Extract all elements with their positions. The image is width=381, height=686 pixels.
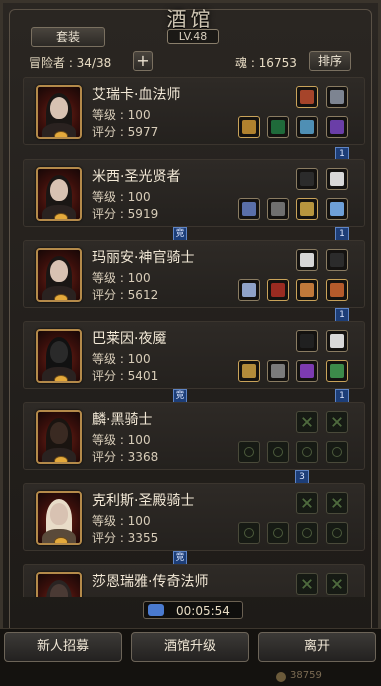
hero-level: 等级 : 100: [92, 190, 151, 204]
hero-score: 评分 : 5401: [92, 369, 159, 383]
empty-slot[interactable]: [267, 441, 289, 463]
hero-name: 艾瑞卡·血法师: [92, 87, 181, 103]
equip-slot-boots[interactable]: [326, 116, 348, 138]
hero-portrait[interactable]: [36, 248, 82, 302]
hero-card-barain[interactable]: 巴莱因·夜魇 等级 : 100 评分 : 5401: [23, 321, 365, 389]
empty-slot[interactable]: [296, 573, 318, 595]
hero-card-chris[interactable]: 克利斯·圣殿骑士 等级 : 100 评分 : 3355: [23, 483, 365, 551]
hero-portrait[interactable]: [36, 329, 82, 383]
timer-icon: [148, 604, 164, 616]
empty-slot[interactable]: [326, 492, 348, 514]
equip-slot-2[interactable]: [267, 360, 289, 382]
coin-value: 38759: [290, 670, 322, 681]
duel-flag: 竞: [173, 227, 187, 241]
empty-slot[interactable]: [326, 411, 348, 433]
hero-score: 评分 : 3368: [92, 450, 159, 464]
equip-slot-1[interactable]: [238, 198, 260, 220]
duel-flag: 竞: [173, 389, 187, 403]
equip-slot-helmet[interactable]: [296, 86, 318, 108]
empty-slot[interactable]: [326, 522, 348, 544]
empty-slot[interactable]: [238, 441, 260, 463]
coin-icon: [276, 672, 286, 682]
sort-button[interactable]: 排序: [309, 51, 351, 71]
equip-slot-weapon[interactable]: [296, 330, 318, 352]
equip-slot-3[interactable]: [296, 279, 318, 301]
equip-slot-3[interactable]: [296, 360, 318, 382]
hero-name: 米西·圣光贤者: [92, 169, 181, 185]
recruit-button[interactable]: 新人招募: [4, 632, 122, 662]
hero-list[interactable]: 艾瑞卡·血法师 等级 : 100 评分 : 5977 1 米西·圣光贤者 等级 …: [23, 77, 365, 597]
rank-flag: 1: [335, 389, 349, 403]
duel-flag: 竞: [173, 551, 187, 565]
hero-score: 评分 : 5612: [92, 288, 159, 302]
hero-name: 麟·黑骑士: [92, 412, 153, 428]
equip-slot-weapon[interactable]: [326, 249, 348, 271]
equip-slot-4[interactable]: [326, 198, 348, 220]
tavern-window: 酒馆 LV.48 套装 冒险者 : 34/38 + 魂 : 16753 排序 艾…: [0, 0, 381, 686]
hero-score: 评分 : 5977: [92, 125, 159, 139]
hero-name: 玛丽安·神官骑士: [92, 250, 195, 266]
empty-slot[interactable]: [296, 522, 318, 544]
equip-slot-gloves[interactable]: [296, 116, 318, 138]
hero-card-erica[interactable]: 艾瑞卡·血法师 等级 : 100 评分 : 5977: [23, 77, 365, 145]
hero-level: 等级 : 100: [92, 271, 151, 285]
hero-card-lin[interactable]: 麟·黑骑士 等级 : 100 评分 : 3368: [23, 402, 365, 470]
hero-name: 克利斯·圣殿骑士: [92, 493, 195, 509]
rank-flag: 3: [295, 470, 309, 484]
equip-slot-staff[interactable]: [238, 116, 260, 138]
hero-level: 等级 : 100: [92, 352, 151, 366]
hero-level: 等级 : 100: [92, 514, 151, 528]
empty-slot[interactable]: [267, 522, 289, 544]
adventurer-count: 冒险者 : 34/38: [29, 56, 112, 70]
hero-card-shaenria[interactable]: 莎恩瑞雅·传奇法师: [23, 564, 365, 597]
equip-slot-feather[interactable]: [296, 249, 318, 271]
hero-name: 莎恩瑞雅·传奇法师: [92, 574, 209, 590]
hero-card-marian[interactable]: 玛丽安·神官骑士 等级 : 100 评分 : 5612: [23, 240, 365, 308]
hero-score: 评分 : 5919: [92, 207, 159, 221]
hero-level: 等级 : 100: [92, 433, 151, 447]
equip-slot-weapon[interactable]: [296, 168, 318, 190]
empty-slot[interactable]: [296, 411, 318, 433]
hero-portrait[interactable]: [36, 85, 82, 139]
equip-slot-armor[interactable]: [267, 116, 289, 138]
soul-currency: 魂 : 16753: [235, 56, 297, 70]
tavern-upgrade-button[interactable]: 酒馆升级: [131, 632, 249, 662]
equip-slot-2[interactable]: [267, 198, 289, 220]
rank-flag: 1: [335, 308, 349, 322]
hero-portrait[interactable]: [36, 572, 82, 597]
rank-flag: 1: [335, 227, 349, 241]
hero-portrait[interactable]: [36, 167, 82, 221]
equip-slot-1[interactable]: [238, 360, 260, 382]
suit-button[interactable]: 套装: [31, 27, 105, 47]
hero-score: 评分 : 3355: [92, 531, 159, 545]
equip-slot-feather[interactable]: [326, 168, 348, 190]
equip-slot-3[interactable]: [296, 198, 318, 220]
equip-slot-1[interactable]: [238, 279, 260, 301]
empty-slot[interactable]: [296, 492, 318, 514]
empty-slot[interactable]: [238, 522, 260, 544]
hero-card-missy[interactable]: 米西·圣光贤者 等级 : 100 评分 : 5919: [23, 159, 365, 227]
hero-portrait[interactable]: [36, 491, 82, 545]
refresh-timer: 00:05:54: [143, 601, 243, 619]
equip-slot-4[interactable]: [326, 360, 348, 382]
leave-button[interactable]: 离开: [258, 632, 376, 662]
equip-slot-feather[interactable]: [326, 330, 348, 352]
empty-slot[interactable]: [326, 441, 348, 463]
empty-slot[interactable]: [296, 441, 318, 463]
hero-level: 等级 : 100: [92, 108, 151, 122]
hero-portrait[interactable]: [36, 410, 82, 464]
hero-name: 巴莱因·夜魇: [92, 331, 167, 347]
empty-slot[interactable]: [326, 573, 348, 595]
equip-slot-2[interactable]: [267, 279, 289, 301]
tavern-level: LV.48: [167, 29, 219, 44]
equip-slot-4[interactable]: [326, 279, 348, 301]
add-adventurer-slot-button[interactable]: +: [133, 51, 153, 71]
timer-text: 00:05:54: [176, 604, 230, 618]
equip-slot-weapon[interactable]: [326, 86, 348, 108]
